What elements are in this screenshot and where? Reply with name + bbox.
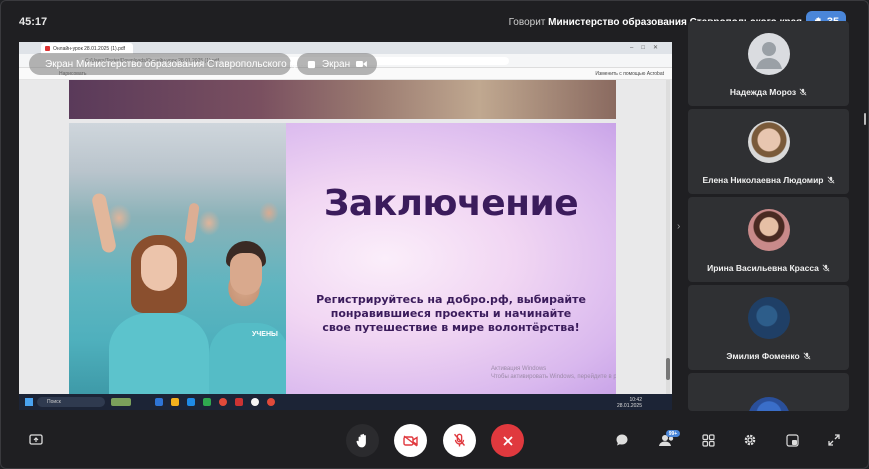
- grid-icon: [701, 433, 715, 447]
- participants-count-badge: 99+: [666, 430, 680, 437]
- hand-shape: [184, 202, 200, 244]
- screen-toggle-pill[interactable]: Экран: [297, 53, 377, 75]
- mic-off-icon: [822, 264, 830, 272]
- participant-tile[interactable]: [688, 373, 849, 411]
- mic-off-icon: [803, 352, 811, 360]
- screen-owner-label: Экран Министерство образования Ставропол…: [45, 58, 311, 70]
- expand-icon: [828, 434, 840, 446]
- tab-title: Онлайн-урок 28.01.2025 (1).pdf: [53, 46, 126, 52]
- participant-name: Елена Николаевна Людомир: [688, 175, 849, 185]
- panel-scrollbar[interactable]: [864, 113, 866, 125]
- taskbar-search[interactable]: Поиск: [37, 397, 105, 407]
- windows-activation-watermark: Активация Windows Чтобы активировать Win…: [491, 365, 616, 381]
- chat-icon: [616, 434, 628, 446]
- chat-button[interactable]: [607, 425, 637, 455]
- shared-screen: Онлайн-урок 28.01.2025 (1).pdf –□✕ C:/Us…: [19, 42, 672, 410]
- scrollbar-thumb[interactable]: [666, 358, 670, 380]
- picture-in-picture-button[interactable]: [777, 425, 807, 455]
- participant-name: Эмилия Фоменко: [688, 351, 849, 361]
- hand-shape: [90, 192, 118, 254]
- slide-title: Заключение: [323, 183, 579, 224]
- slide-text: Регистрируйтесь на добро.рф, выбирайте п…: [316, 293, 586, 334]
- mic-off-icon: [799, 88, 807, 96]
- shirt-shape: [109, 313, 209, 394]
- start-icon[interactable]: [25, 398, 33, 406]
- screen-icon: [307, 60, 316, 68]
- pip-icon: [785, 433, 799, 447]
- participant-avatar: [748, 297, 790, 339]
- camera-off-button[interactable]: [394, 424, 427, 457]
- pdf-viewer: УЧЕНЫ Заключение Регистрируйтесь на добр…: [19, 80, 672, 394]
- face-shape: [141, 245, 177, 291]
- conference-window: 45:17 Говорит Министерство образования С…: [0, 0, 869, 469]
- acrobat-edit[interactable]: Изменить с помощью Acrobat: [595, 71, 664, 77]
- camera-off-icon: [402, 434, 418, 447]
- gear-icon: [744, 434, 756, 446]
- hand-icon: [356, 433, 366, 448]
- taskbar-clock: 10:42 28.01.2025: [617, 397, 642, 409]
- layout-grid-button[interactable]: [693, 425, 723, 455]
- app-icon[interactable]: [155, 398, 163, 406]
- shirt-text: УЧЕНЫ: [252, 331, 278, 338]
- participant-tile[interactable]: Надежда Мороз: [688, 21, 849, 106]
- app-icon[interactable]: [219, 398, 227, 406]
- participant-avatar: [748, 397, 790, 411]
- call-timer: 45:17: [19, 16, 48, 28]
- mic-off-icon: [453, 433, 466, 447]
- fullscreen-button[interactable]: [819, 425, 849, 455]
- mic-off-button[interactable]: [443, 424, 476, 457]
- participant-name: Ирина Васильевна Красса: [688, 263, 849, 273]
- previous-slide-bottom: [69, 80, 616, 119]
- default-avatar-icon: [748, 33, 790, 75]
- watermark-line-2: Чтобы активировать Windows, перейдите в …: [491, 374, 616, 380]
- face-shape: [230, 253, 262, 295]
- participant-tile[interactable]: Елена Николаевна Людомир: [688, 109, 849, 194]
- pdf-slide: УЧЕНЫ Заключение Регистрируйтесь на добр…: [69, 123, 616, 394]
- watermark-line-1: Активация Windows: [491, 366, 547, 372]
- windows-taskbar: Поиск 10:42 28.01.2025: [19, 394, 672, 410]
- app-icon[interactable]: [251, 398, 259, 406]
- settings-button[interactable]: [735, 425, 765, 455]
- raise-hand-button[interactable]: [346, 424, 379, 457]
- collapse-panel-icon[interactable]: ›: [677, 221, 680, 232]
- app-icon[interactable]: [171, 398, 179, 406]
- mic-off-icon: [827, 176, 834, 184]
- app-icon[interactable]: [203, 398, 211, 406]
- screen-owner-pill[interactable]: Экран Министерство образования Ставропол…: [29, 53, 310, 75]
- app-icon[interactable]: [187, 398, 195, 406]
- window-controls[interactable]: –□✕: [630, 44, 666, 51]
- taskbar-date: 28.01.2025: [616, 403, 642, 409]
- slide-content-panel: Заключение Регистрируйтесь на добро.рф, …: [286, 123, 616, 394]
- participant-name: Надежда Мороз: [688, 87, 849, 97]
- share-screen-button[interactable]: [21, 425, 51, 455]
- app-icon[interactable]: [111, 398, 131, 406]
- app-icon[interactable]: [235, 398, 243, 406]
- screen-toggle-label: Экран: [321, 58, 351, 70]
- pdf-icon: [45, 46, 50, 51]
- participant-tile[interactable]: Эмилия Фоменко: [688, 285, 849, 370]
- app-icon[interactable]: [267, 398, 275, 406]
- speaking-prefix: Говорит: [508, 17, 546, 28]
- slide-photo: УЧЕНЫ: [69, 123, 289, 394]
- camera-icon: [356, 61, 367, 67]
- share-screen-icon: [29, 434, 43, 445]
- participant-tile[interactable]: Ирина Васильевна Красса: [688, 197, 849, 282]
- close-icon: [502, 435, 513, 446]
- leave-call-button[interactable]: [491, 424, 524, 457]
- participant-avatar: [748, 209, 790, 251]
- participant-avatar: [748, 121, 790, 163]
- pdf-scrollbar[interactable]: [666, 80, 670, 394]
